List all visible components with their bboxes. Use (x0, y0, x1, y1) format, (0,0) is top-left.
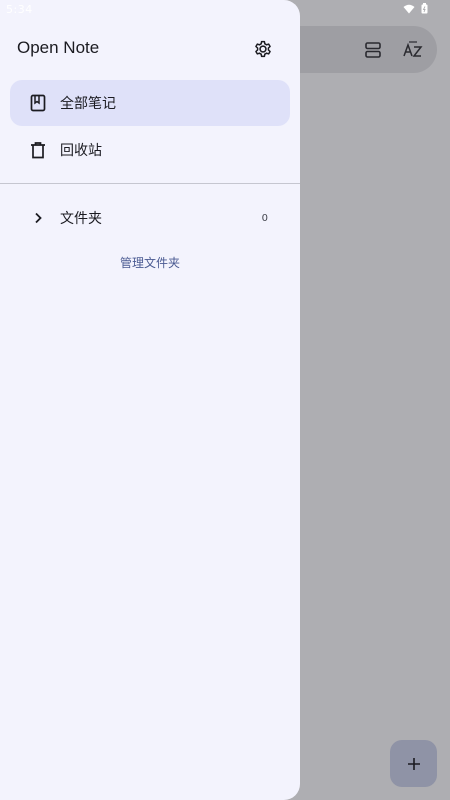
navigation-drawer: Open Note 全部笔记 回收站 文件夹 0 管理文件夹 (0, 0, 300, 800)
manage-folders-link[interactable]: 管理文件夹 (0, 254, 300, 271)
folders-row[interactable]: 文件夹 0 (10, 195, 290, 241)
notebook-icon (26, 91, 50, 115)
wifi-icon (403, 4, 415, 13)
trash-icon (26, 138, 50, 162)
settings-button[interactable] (250, 36, 276, 62)
gear-icon (255, 40, 271, 58)
nav-item-label: 回收站 (60, 143, 102, 159)
chevron-right-icon[interactable] (26, 206, 50, 230)
folders-label: 文件夹 (60, 211, 102, 227)
drawer-title: Open Note (17, 38, 100, 57)
folders-count: 0 (261, 212, 268, 224)
view-layout-icon[interactable] (361, 38, 385, 62)
nav-item-all-notes[interactable]: 全部笔记 (10, 80, 290, 126)
status-bar: 5:34 (0, 0, 450, 20)
plus-icon (407, 757, 420, 770)
add-note-button[interactable] (390, 740, 437, 787)
divider (0, 183, 300, 184)
nav-item-trash[interactable]: 回收站 (10, 127, 290, 173)
status-time: 5:34 (6, 3, 33, 16)
nav-item-label: 全部笔记 (60, 96, 116, 112)
sort-az-icon[interactable] (401, 38, 425, 62)
battery-icon (421, 3, 428, 14)
